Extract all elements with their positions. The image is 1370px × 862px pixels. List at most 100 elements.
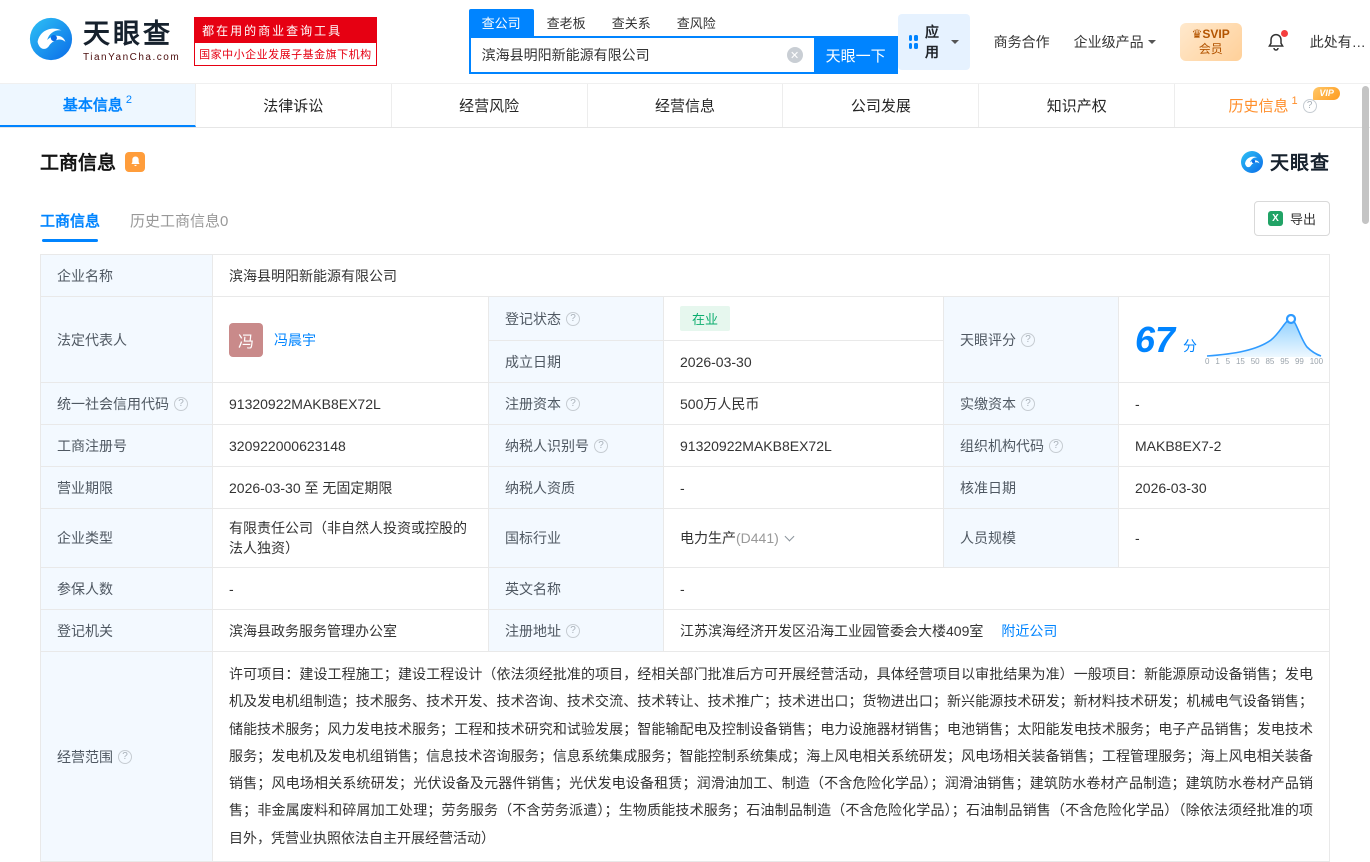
search-button[interactable]: 天眼一下 — [814, 36, 898, 74]
english-name-value: - — [664, 568, 1329, 609]
search-input[interactable] — [469, 36, 814, 74]
help-icon[interactable] — [1049, 439, 1063, 453]
subscribe-bell-icon[interactable] — [125, 152, 145, 172]
notification-dot — [1281, 30, 1288, 37]
top-header: 天眼查 TianYanCha.com 都在用的商业查询工具 国家中小企业发展子基… — [0, 0, 1370, 83]
insured-count-label: 参保人数 — [41, 568, 213, 609]
apps-grid-icon — [909, 35, 918, 49]
company-type-value: 有限责任公司（非自然人投资或控股的法人独资） — [213, 509, 489, 567]
vip-badge: VIP — [1313, 87, 1340, 100]
help-icon[interactable] — [118, 750, 132, 764]
search-tab-relation[interactable]: 查关系 — [599, 9, 664, 36]
clear-icon[interactable]: ✕ — [787, 47, 803, 63]
help-icon[interactable] — [1021, 333, 1035, 347]
org-code-label: 组织机构代码 — [944, 425, 1119, 466]
avatar[interactable]: 冯 — [229, 323, 263, 357]
staff-size-label: 人员规模 — [944, 509, 1119, 567]
subtab-history-registration-info[interactable]: 历史工商信息0 — [130, 210, 228, 242]
insured-count-value: - — [213, 568, 489, 609]
taxpayer-id-label: 纳税人识别号 — [489, 425, 664, 466]
subtab-registration-info[interactable]: 工商信息 — [40, 210, 100, 242]
approval-date-label: 核准日期 — [944, 467, 1119, 508]
taxpayer-id-value: 91320922MAKB8EX72L — [664, 425, 944, 466]
credit-code-label: 统一社会信用代码 — [41, 383, 213, 424]
establish-date-label: 成立日期 — [489, 341, 664, 382]
registration-status-label: 登记状态 — [489, 297, 664, 340]
score-chart: 015 155085 9599100 — [1205, 314, 1323, 366]
export-button[interactable]: X 导出 — [1254, 201, 1330, 236]
staff-size-value: - — [1119, 509, 1329, 567]
enterprise-products-label: 企业级产品 — [1074, 32, 1144, 52]
tab-intellectual-property[interactable]: 知识产权 — [979, 84, 1175, 127]
establish-date-value: 2026-03-30 — [664, 341, 944, 382]
slogan-box: 都在用的商业查询工具 国家中小企业发展子基金旗下机构 — [194, 17, 377, 66]
paid-in-capital-label: 实缴资本 — [944, 383, 1119, 424]
company-type-label: 企业类型 — [41, 509, 213, 567]
help-icon[interactable] — [174, 397, 188, 411]
tab-business-info[interactable]: 经营信息 — [588, 84, 784, 127]
table-row: 统一社会信用代码 91320922MAKB8EX72L 注册资本 500万人民币… — [41, 383, 1329, 425]
table-row: 企业名称 滨海县明阳新能源有限公司 — [41, 255, 1329, 297]
logo-title: 天眼查 — [83, 20, 180, 50]
company-name-label: 企业名称 — [41, 255, 213, 296]
legal-representative-value: 冯 冯晨宇 — [213, 297, 489, 382]
help-icon[interactable] — [566, 397, 580, 411]
business-cooperation-label: 商务合作 — [994, 32, 1050, 52]
help-icon[interactable] — [566, 624, 580, 638]
company-nav-tabs: 基本信息 2 法律诉讼 经营风险 经营信息 公司发展 知识产权 VIP 历史信息… — [0, 83, 1370, 128]
tianyan-score-label: 天眼评分 — [944, 297, 1119, 382]
chevron-down-icon — [1148, 40, 1156, 48]
scrollbar[interactable] — [1362, 86, 1369, 224]
search-tab-company[interactable]: 查公司 — [469, 9, 534, 36]
industry-value: 电力生产(D441) — [664, 509, 944, 567]
menu-business-cooperation[interactable]: 商务合作 — [994, 32, 1050, 52]
status-badge: 在业 — [680, 306, 730, 331]
tab-operational-risk[interactable]: 经营风险 — [392, 84, 588, 127]
help-icon[interactable] — [1021, 397, 1035, 411]
taxpayer-qualification-value: - — [664, 467, 944, 508]
org-code-value: MAKB8EX7-2 — [1119, 425, 1329, 466]
paid-in-capital-value: - — [1119, 383, 1329, 424]
notification-bell-icon[interactable] — [1266, 32, 1286, 52]
excel-icon: X — [1268, 211, 1283, 226]
header-menu: 应用 商务合作 企业级产品 ♛SVIP 会员 此处有… — [898, 14, 1366, 70]
tab-basic-info[interactable]: 基本信息 2 — [0, 84, 196, 127]
tianyancha-logo[interactable]: 天眼查 TianYanCha.com — [28, 16, 180, 67]
legal-representative-label: 法定代表人 — [41, 297, 213, 382]
search-tab-risk[interactable]: 查风险 — [664, 9, 729, 36]
tianyan-score-value: 67 分 015 155085 9599100 — [1119, 297, 1339, 382]
score-number: 67 — [1135, 322, 1175, 358]
registration-number-label: 工商注册号 — [41, 425, 213, 466]
help-icon[interactable] — [594, 439, 608, 453]
apps-button[interactable]: 应用 — [898, 14, 970, 70]
registered-capital-value: 500万人民币 — [664, 383, 944, 424]
search-tabs: 查公司 查老板 查关系 查风险 — [469, 9, 898, 36]
nearby-companies-link[interactable]: 附近公司 — [1001, 621, 1057, 641]
legal-representative-link[interactable]: 冯晨宇 — [274, 330, 316, 350]
apps-label: 应用 — [925, 22, 944, 62]
score-axis: 015 155085 9599100 — [1205, 358, 1323, 366]
registered-address-label: 注册地址 — [489, 610, 664, 651]
table-row: 登记机关 滨海县政务服务管理办公室 注册地址 江苏滨海经济开发区沿海工业园管委会… — [41, 610, 1329, 652]
search-area: 查公司 查老板 查关系 查风险 ✕ 天眼一下 — [469, 9, 898, 74]
tab-history-info[interactable]: VIP 历史信息 1 — [1175, 84, 1370, 127]
user-account[interactable]: 此处有… — [1310, 32, 1366, 52]
business-term-label: 营业期限 — [41, 467, 213, 508]
menu-enterprise-products[interactable]: 企业级产品 — [1074, 32, 1156, 52]
registration-authority-value: 滨海县政务服务管理办公室 — [213, 610, 489, 651]
tab-legal-proceedings[interactable]: 法律诉讼 — [196, 84, 392, 127]
registration-authority-label: 登记机关 — [41, 610, 213, 651]
tab-company-development[interactable]: 公司发展 — [783, 84, 979, 127]
search-tab-boss[interactable]: 查老板 — [534, 9, 599, 36]
business-term-value: 2026-03-30 至 无固定期限 — [213, 467, 489, 508]
chevron-down-icon — [784, 532, 794, 542]
svip-badge[interactable]: ♛SVIP 会员 — [1180, 23, 1242, 61]
help-icon[interactable] — [566, 312, 580, 326]
crown-icon: ♛ — [1192, 27, 1203, 41]
tianyancha-logo-icon — [28, 16, 74, 67]
help-icon[interactable] — [1303, 99, 1317, 113]
main-content: 工商信息 天眼查 工商信息 历史工商信息0 X 导出 — [0, 148, 1370, 862]
section-brand-logo: 天眼查 — [1240, 148, 1330, 175]
business-scope-value: 许可项目：建设工程施工；建设工程设计（依法须经批准的项目，经相关部门批准后方可开… — [213, 652, 1329, 861]
approval-date-value: 2026-03-30 — [1119, 467, 1329, 508]
